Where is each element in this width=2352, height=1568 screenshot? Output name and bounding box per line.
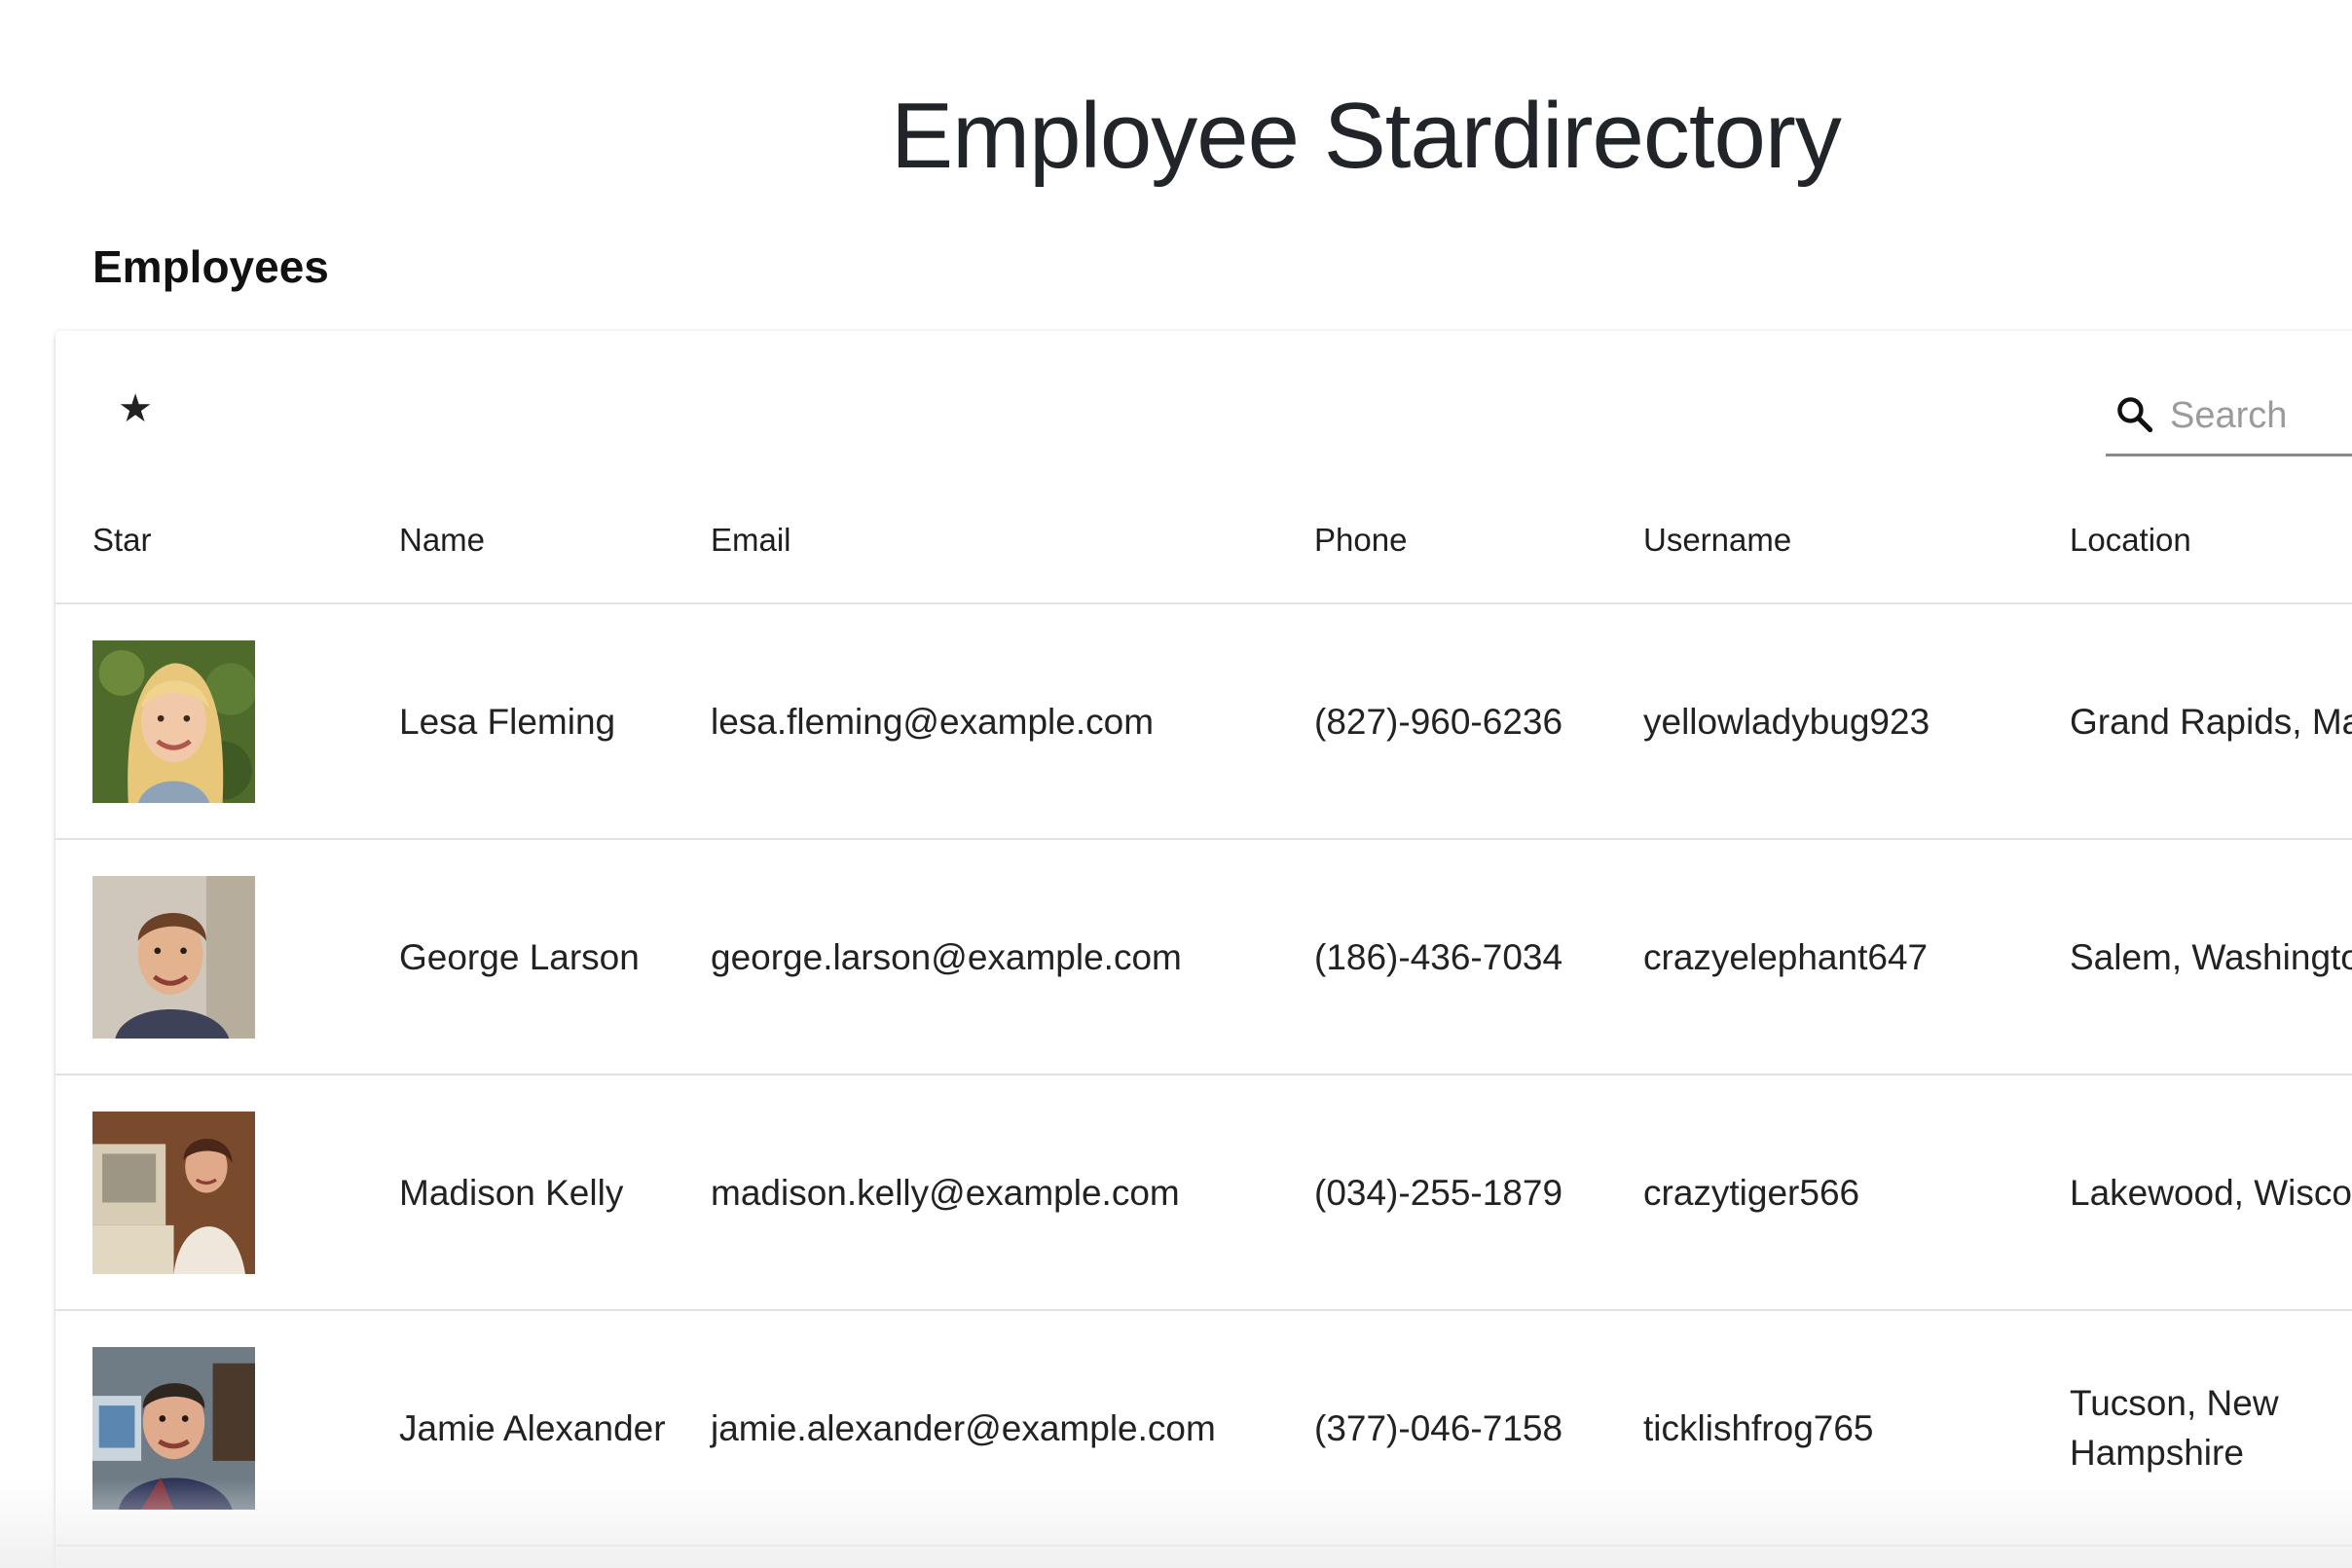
username-cell: yellowladybug923	[1643, 701, 1930, 742]
phone-cell: (377)-046-7158	[1314, 1407, 1563, 1448]
column-header-location[interactable]: Location	[2070, 477, 2352, 603]
email-cell: george.larson@example.com	[711, 936, 1182, 977]
column-header-username[interactable]: Username	[1643, 477, 2070, 603]
avatar[interactable]	[92, 875, 255, 1039]
avatar-photo	[92, 639, 255, 803]
column-header-phone[interactable]: Phone	[1314, 477, 1643, 603]
table-row[interactable]: Madison Kelly madison.kelly@example.com …	[55, 1075, 2352, 1310]
username-cell: crazytiger566	[1643, 1172, 1860, 1213]
table-row[interactable]: Jamie Alexander jamie.alexander@example.…	[55, 1310, 2352, 1546]
section-title: Employees	[92, 241, 329, 292]
column-header-star[interactable]: Star	[55, 477, 399, 603]
star-cell	[55, 839, 399, 1075]
avatar-photo	[92, 875, 255, 1039]
table-row[interactable]: Lesa Fleming lesa.fleming@example.com (8…	[55, 603, 2352, 839]
email-cell: jamie.alexander@example.com	[711, 1407, 1216, 1448]
avatar[interactable]	[92, 639, 255, 803]
location-cell: Grand Rapids, Maine	[2070, 701, 2352, 742]
phone-cell: (034)-255-1879	[1314, 1172, 1563, 1213]
name-cell: Jamie Alexander	[399, 1407, 666, 1448]
search-box[interactable]	[2106, 376, 2352, 456]
column-header-email[interactable]: Email	[711, 477, 1314, 603]
location-cell: Tucson, New Hampshire	[2070, 1383, 2279, 1473]
name-cell: Lesa Fleming	[399, 701, 616, 742]
page-title: Employee Stardirectory	[891, 84, 1842, 188]
avatar[interactable]	[92, 1111, 255, 1274]
star-cell	[55, 1075, 399, 1310]
page: Employee Stardirectory Employees ★ Star …	[0, 0, 2352, 1568]
location-cell: Salem, Washington	[2070, 936, 2352, 977]
column-header-name[interactable]: Name	[399, 477, 711, 603]
star-cell	[55, 1310, 399, 1546]
username-cell: ticklishfrog765	[1643, 1407, 1874, 1448]
name-cell: Madison Kelly	[399, 1172, 624, 1213]
search-icon	[2117, 397, 2153, 433]
email-cell: madison.kelly@example.com	[711, 1172, 1180, 1213]
star-filter-button[interactable]: ★	[104, 378, 166, 440]
star-cell	[55, 603, 399, 839]
avatar-photo	[92, 1346, 255, 1510]
location-cell: Lakewood, Wisconsin	[2070, 1172, 2352, 1213]
table-toolbar: ★	[55, 331, 2352, 477]
employee-table: Star Name Email Phone Username Location	[55, 477, 2352, 1547]
avatar-photo	[92, 1111, 255, 1274]
email-cell: lesa.fleming@example.com	[711, 701, 1155, 742]
name-cell: George Larson	[399, 936, 640, 977]
phone-cell: (827)-960-6236	[1314, 701, 1563, 742]
phone-cell: (186)-436-7034	[1314, 936, 1563, 977]
avatar[interactable]	[92, 1346, 255, 1510]
star-icon: ★	[118, 387, 153, 430]
username-cell: crazyelephant647	[1643, 936, 1929, 977]
table-row[interactable]: George Larson george.larson@example.com …	[55, 839, 2352, 1075]
employee-table-card: ★ Star Name Email Phone Username Locatio…	[55, 331, 2352, 1568]
table-header-row: Star Name Email Phone Username Location	[55, 477, 2352, 603]
search-input[interactable]	[2168, 385, 2352, 446]
